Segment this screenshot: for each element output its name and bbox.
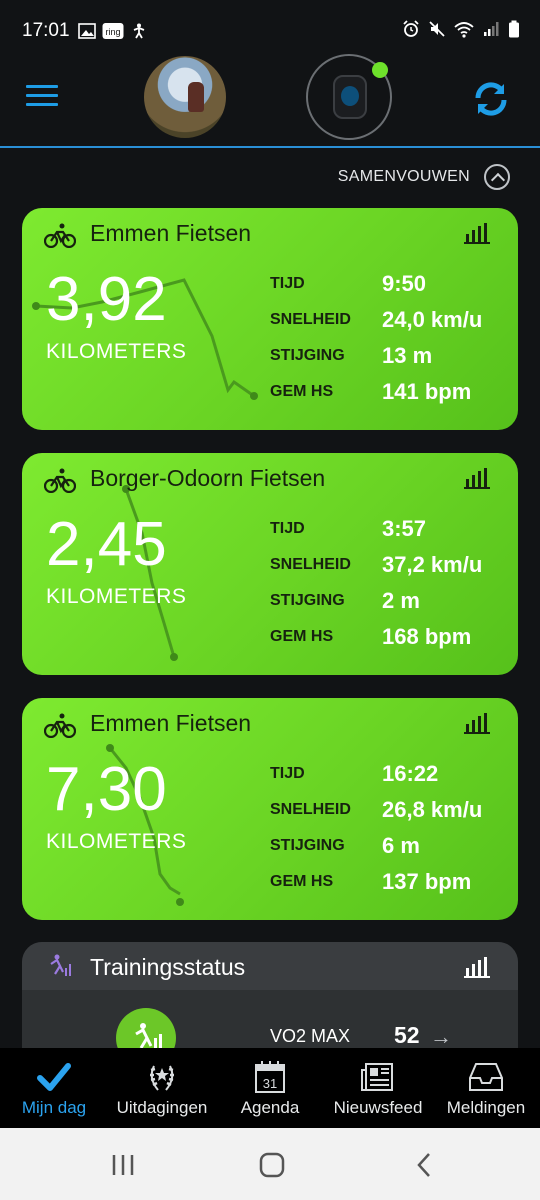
nav-uitdagingen[interactable]: Uitdagingen (108, 1048, 216, 1128)
bar-chart-icon[interactable] (464, 467, 490, 489)
signal-icon (484, 22, 499, 36)
svg-text:31: 31 (263, 1076, 277, 1091)
svg-text:ring: ring (105, 27, 120, 37)
system-navigation-bar (0, 1128, 540, 1200)
bar-chart-icon[interactable] (464, 712, 490, 734)
status-time: 17:01 (22, 20, 70, 41)
stat-label: GEM HS (270, 628, 334, 645)
collapse-button[interactable]: SAMENVOUWEN (338, 162, 510, 192)
activity-stats: TIJD 3:57 SNELHEID 37,2 km/u STIJGING 2 m G… (270, 511, 510, 655)
bike-icon (44, 468, 76, 493)
ring-icon: ring (102, 23, 124, 39)
stat-value: 26,8 km/u (382, 797, 483, 822)
stat-value: 137 bpm (382, 869, 472, 894)
activity-distance: 7,30 (46, 755, 167, 824)
wifi-icon (454, 22, 474, 38)
stat-value: 168 bpm (382, 624, 472, 649)
stat-label: TIJD (270, 765, 305, 782)
training-status-title: Trainingsstatus (90, 954, 246, 980)
activity-unit: KILOMETERS (46, 340, 187, 363)
stat-value: 37,2 km/u (382, 552, 483, 577)
bike-icon (44, 223, 76, 248)
laurel-icon (150, 1065, 174, 1091)
stat-label: GEM HS (270, 873, 334, 890)
app-header (0, 52, 540, 148)
stat-label: TIJD (270, 520, 305, 537)
vo2max-value: 52 (394, 1022, 420, 1048)
stat-value: 3:57 (382, 516, 427, 541)
nav-nieuwsfeed[interactable]: Nieuwsfeed (324, 1048, 432, 1128)
arrow-right-icon[interactable]: → (430, 1024, 452, 1050)
home-icon[interactable] (257, 1150, 287, 1180)
stat-value: 24,0 km/u (382, 307, 483, 332)
nav-label: Nieuwsfeed (333, 1098, 423, 1117)
stat-label: SNELHEID (270, 801, 351, 818)
back-icon[interactable] (410, 1150, 440, 1180)
collapse-label: SAMENVOUWEN (337, 168, 470, 185)
activity-title: Borger-Odoorn Fietsen (90, 465, 326, 491)
activity-card[interactable]: Emmen Fietsen 7,30 KILOMETERS TIJD 16:22 … (22, 698, 518, 920)
stat-value: 13 m (382, 343, 433, 368)
training-status-card[interactable]: Trainingsstatus VO2 MAX 52 → (22, 942, 518, 1052)
stat-label: SNELHEID (270, 311, 351, 328)
stat-label: STIJGING (270, 592, 345, 609)
battery-icon (509, 20, 519, 38)
activity-title: Emmen Fietsen (90, 220, 252, 246)
nav-label: Mijn dag (21, 1098, 87, 1117)
inbox-icon (469, 1063, 503, 1091)
header-divider (0, 146, 540, 148)
vo2max-label: VO2 MAX (270, 1026, 351, 1046)
bar-chart-icon[interactable] (464, 222, 490, 244)
activity-title: Emmen Fietsen (90, 710, 252, 736)
menu-icon[interactable] (26, 85, 58, 109)
activity-unit: KILOMETERS (46, 830, 187, 853)
stat-value: 2 m (382, 588, 420, 613)
mute-icon (429, 21, 445, 37)
alarm-icon (403, 20, 419, 37)
image-icon (78, 23, 96, 39)
activity-card[interactable]: Borger-Odoorn Fietsen 2,45 KILOMETERS TI… (22, 453, 518, 675)
stat-label: GEM HS (270, 383, 334, 400)
stat-value: 6 m (382, 833, 420, 858)
status-bar: 17:01 ring (0, 0, 540, 60)
nav-agenda[interactable]: 31 Agenda (216, 1048, 324, 1128)
nav-mijn-dag[interactable]: Mijn dag (0, 1048, 108, 1128)
stat-label: STIJGING (270, 347, 345, 364)
chevron-up-icon (484, 164, 510, 190)
check-icon (37, 1063, 71, 1091)
stat-value: 9:50 (382, 271, 427, 296)
stat-label: SNELHEID (270, 556, 351, 573)
bike-icon (44, 713, 76, 738)
activity-stats: TIJD 16:22 SNELHEID 26,8 km/u STIJGING 6 m … (270, 756, 510, 900)
device-connected-dot (372, 62, 388, 78)
newspaper-icon (361, 1063, 393, 1091)
stat-label: STIJGING (270, 837, 345, 854)
recent-apps-icon[interactable] (108, 1150, 138, 1180)
runner-icon (116, 1008, 176, 1052)
nav-label: Agenda (240, 1098, 300, 1117)
training-status-icon (50, 954, 71, 976)
activity-stats: TIJD 9:50 SNELHEID 24,0 km/u STIJGING 13 m … (270, 266, 510, 410)
nav-label: Meldingen (446, 1098, 526, 1117)
calendar-icon: 31 (255, 1061, 285, 1093)
stat-label: TIJD (270, 275, 305, 292)
nav-meldingen[interactable]: Meldingen (432, 1048, 540, 1128)
nav-label: Uitdagingen (116, 1098, 208, 1117)
activity-card[interactable]: Emmen Fietsen 3,92 KILOMETERS TIJD 9:50 S… (22, 208, 518, 430)
activity-unit: KILOMETERS (46, 585, 187, 608)
avatar[interactable] (144, 56, 226, 138)
activity-distance: 2,45 (46, 510, 167, 579)
stat-value: 141 bpm (382, 379, 472, 404)
stat-value: 16:22 (382, 761, 439, 786)
accessibility-icon (133, 23, 145, 39)
bar-chart-icon[interactable] (464, 956, 490, 978)
activity-distance: 3,92 (46, 265, 167, 334)
sync-icon[interactable] (470, 78, 512, 120)
watch-icon (333, 75, 367, 119)
bottom-navigation: Mijn dag Uitdagingen 31 Agenda Nieuwsfee… (0, 1048, 540, 1128)
